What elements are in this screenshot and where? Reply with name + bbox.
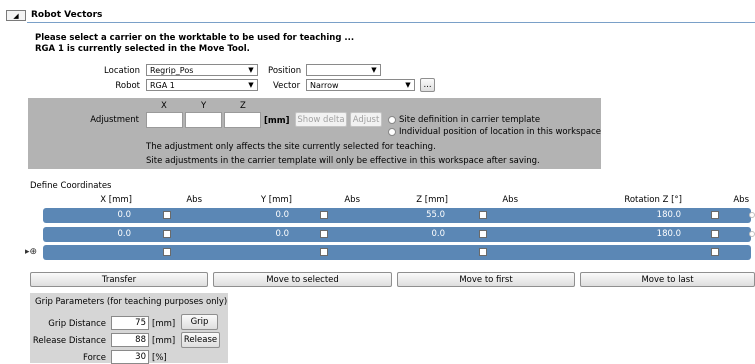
triangle-collapse-icon: ◢ bbox=[13, 11, 19, 20]
grip-distance-unit: [mm] bbox=[152, 319, 176, 329]
adjust-button[interactable]: Adjust bbox=[350, 112, 382, 127]
adjust-y-input[interactable] bbox=[185, 112, 222, 128]
adjust-x-input[interactable] bbox=[146, 112, 183, 128]
rotation-column-header: Rotation Z [°] bbox=[624, 195, 682, 205]
position-label: Position bbox=[268, 66, 302, 76]
chevron-down-icon: ▼ bbox=[248, 66, 254, 74]
vector-browse-button[interactable]: ... bbox=[420, 78, 435, 92]
y-column-header: Y [mm] bbox=[260, 195, 292, 205]
rotation-abs-column-header: Abs bbox=[733, 195, 749, 205]
coordinate-row[interactable]: 0.0 0.0 55.0 180.0 bbox=[43, 208, 751, 223]
adjustment-label: Adjustment bbox=[90, 115, 139, 125]
coordinate-row[interactable]: 0.0 0.0 0.0 180.0 bbox=[43, 227, 751, 242]
vector-label: Vector bbox=[273, 81, 301, 91]
grip-parameters-title: Grip Parameters (for teaching purposes o… bbox=[35, 297, 228, 307]
z-abs-checkbox[interactable] bbox=[479, 248, 487, 256]
x-abs-checkbox[interactable] bbox=[163, 211, 171, 219]
rotation-abs-checkbox[interactable] bbox=[711, 230, 719, 238]
x-cell[interactable]: 0.0 bbox=[83, 210, 131, 220]
adjust-unit: [mm] bbox=[264, 116, 290, 126]
x-header: X bbox=[161, 101, 167, 111]
section-divider bbox=[27, 22, 755, 23]
rotation-cell[interactable]: 180.0 bbox=[633, 210, 681, 220]
robot-select[interactable]: RGA 1 ▼ bbox=[146, 79, 258, 91]
instruction-line-1: Please select a carrier on the worktable… bbox=[35, 33, 355, 43]
adjustment-note-2: Site adjustments in the carrier template… bbox=[146, 156, 540, 166]
define-coordinates-title: Define Coordinates bbox=[30, 181, 112, 191]
z-abs-checkbox[interactable] bbox=[479, 211, 487, 219]
x-abs-checkbox[interactable] bbox=[163, 248, 171, 256]
chevron-down-icon: ▼ bbox=[371, 66, 377, 74]
location-label: Location bbox=[104, 66, 140, 76]
section-title: Robot Vectors bbox=[31, 10, 103, 20]
z-header: Z bbox=[240, 101, 246, 111]
chevron-down-icon: ▼ bbox=[405, 81, 411, 89]
y-abs-column-header: Abs bbox=[344, 195, 360, 205]
instruction-line-2: RGA 1 is currently selected in the Move … bbox=[35, 44, 250, 54]
force-label: Force bbox=[83, 353, 106, 363]
location-select[interactable]: Regrip_Pos ▼ bbox=[146, 64, 258, 76]
site-definition-label: Site definition in carrier template bbox=[399, 115, 541, 125]
move-to-last-button[interactable]: Move to last bbox=[580, 272, 755, 287]
release-distance-label: Release Distance bbox=[32, 336, 106, 346]
z-column-header: Z [mm] bbox=[416, 195, 448, 205]
transfer-button[interactable]: Transfer bbox=[30, 272, 208, 287]
new-row-pointer-icon: ▸⊕ bbox=[25, 247, 38, 257]
individual-position-radio[interactable] bbox=[388, 128, 396, 136]
z-cell[interactable]: 55.0 bbox=[397, 210, 445, 220]
release-distance-input[interactable]: 88 bbox=[111, 333, 149, 347]
x-cell[interactable]: 0.0 bbox=[83, 229, 131, 239]
grip-distance-input[interactable]: 75 bbox=[111, 316, 149, 330]
grip-button[interactable]: Grip bbox=[181, 314, 218, 330]
grip-parameters-panel: Grip Parameters (for teaching purposes o… bbox=[30, 293, 228, 364]
move-to-first-button[interactable]: Move to first bbox=[397, 272, 575, 287]
z-abs-column-header: Abs bbox=[502, 195, 518, 205]
robot-value: RGA 1 bbox=[150, 80, 175, 90]
adjustment-panel: X Y Z Adjustment [mm] Show delta Adjust … bbox=[28, 98, 601, 169]
collapse-toggle-button[interactable]: ◢ bbox=[6, 10, 26, 21]
show-delta-button[interactable]: Show delta bbox=[295, 112, 347, 127]
robot-label: Robot bbox=[115, 81, 140, 91]
x-abs-checkbox[interactable] bbox=[163, 230, 171, 238]
y-abs-checkbox[interactable] bbox=[320, 248, 328, 256]
release-button[interactable]: Release bbox=[181, 332, 220, 348]
z-abs-checkbox[interactable] bbox=[479, 230, 487, 238]
vector-value: Narrow bbox=[310, 80, 339, 90]
y-cell[interactable]: 0.0 bbox=[241, 229, 289, 239]
adjustment-note-1: The adjustment only affects the site cur… bbox=[146, 142, 436, 152]
rotation-abs-checkbox[interactable] bbox=[711, 248, 719, 256]
force-unit: [%] bbox=[152, 353, 167, 363]
chevron-down-icon: ▼ bbox=[248, 81, 254, 89]
y-header: Y bbox=[201, 101, 207, 111]
row-indicator-icon bbox=[749, 212, 755, 218]
vector-select[interactable]: Narrow ▼ bbox=[306, 79, 415, 91]
adjust-z-input[interactable] bbox=[224, 112, 261, 128]
site-definition-radio[interactable] bbox=[388, 116, 396, 124]
rotation-cell[interactable]: 180.0 bbox=[633, 229, 681, 239]
z-cell[interactable]: 0.0 bbox=[397, 229, 445, 239]
position-select[interactable]: ▼ bbox=[306, 64, 381, 76]
x-column-header: X [mm] bbox=[100, 195, 132, 205]
y-abs-checkbox[interactable] bbox=[320, 230, 328, 238]
coordinate-row[interactable] bbox=[43, 245, 751, 260]
row-indicator-icon bbox=[749, 231, 755, 237]
release-distance-unit: [mm] bbox=[152, 336, 176, 346]
rotation-abs-checkbox[interactable] bbox=[711, 211, 719, 219]
location-value: Regrip_Pos bbox=[150, 65, 194, 75]
move-to-selected-button[interactable]: Move to selected bbox=[213, 272, 392, 287]
x-abs-column-header: Abs bbox=[186, 195, 202, 205]
grip-distance-label: Grip Distance bbox=[48, 319, 106, 329]
y-cell[interactable]: 0.0 bbox=[241, 210, 289, 220]
y-abs-checkbox[interactable] bbox=[320, 211, 328, 219]
individual-position-label: Individual position of location in this … bbox=[399, 127, 601, 137]
force-input[interactable]: 30 bbox=[111, 350, 149, 364]
